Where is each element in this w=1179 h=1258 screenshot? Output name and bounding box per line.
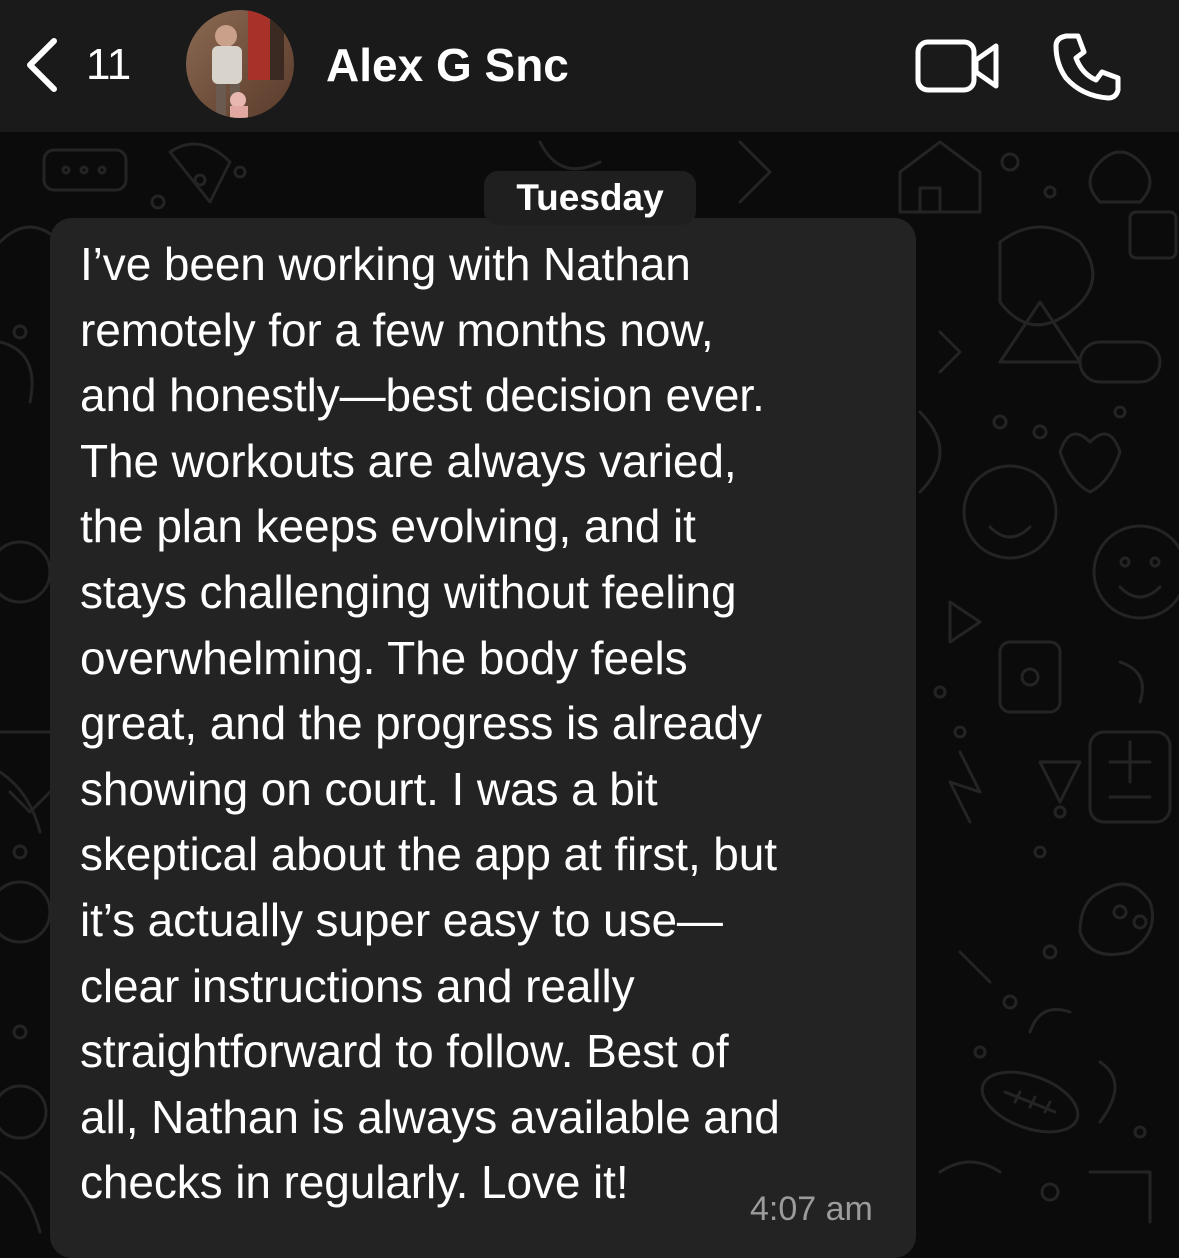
- avatar[interactable]: [186, 10, 294, 118]
- video-call-button[interactable]: [914, 36, 1000, 101]
- phone-call-icon: [1052, 33, 1124, 106]
- avatar-photo: [186, 10, 294, 118]
- message-bubble[interactable]: I’ve been working with Nathan remotely f…: [50, 218, 916, 1258]
- message-timestamp: 4:07 am: [750, 1190, 873, 1228]
- back-button[interactable]: 11: [22, 30, 131, 100]
- day-separator: Tuesday: [484, 171, 696, 225]
- message-text: I’ve been working with Nathan remotely f…: [80, 238, 780, 1209]
- video-call-icon: [914, 39, 1000, 100]
- back-chevron-icon: [22, 33, 62, 97]
- voice-call-button[interactable]: [1052, 30, 1124, 107]
- unread-count: 11: [86, 40, 131, 89]
- chat-header: 11 Alex G Snc: [0, 0, 1179, 132]
- contact-name[interactable]: Alex G Snc: [326, 38, 569, 92]
